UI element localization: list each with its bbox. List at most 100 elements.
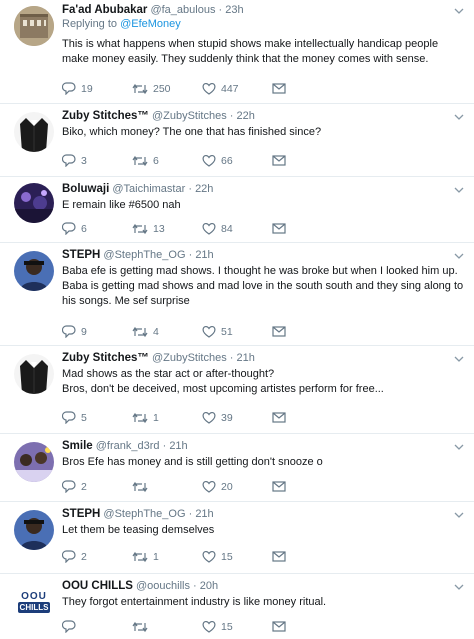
retweet-button[interactable]: 250	[132, 83, 202, 95]
retweet-button[interactable]: 1	[132, 551, 202, 563]
timestamp[interactable]: 21h	[237, 352, 255, 364]
retweet-button[interactable]: 1	[132, 412, 202, 424]
avatar[interactable]	[14, 510, 54, 550]
display-name[interactable]: STEPH	[62, 249, 100, 261]
reply-count: 5	[81, 411, 87, 424]
retweet-button[interactable]: 4	[132, 326, 202, 338]
direct-message-button[interactable]	[272, 326, 292, 337]
separator-dot: ·	[193, 580, 197, 592]
tweet[interactable]: Zuby Stitches™ @ZubyStitches · 22h Biko,…	[0, 104, 474, 177]
reply-button[interactable]: 2	[62, 480, 132, 493]
user-handle[interactable]: @frank_d3rd	[96, 440, 160, 452]
timestamp[interactable]: 20h	[200, 580, 218, 592]
tweet[interactable]: STEPH @StephThe_OG · 21h Let them be tea…	[0, 502, 474, 574]
tweet-text: This is what happens when stupid shows m…	[62, 38, 439, 65]
reply-button[interactable]: 3	[62, 154, 132, 167]
like-button[interactable]: 20	[202, 480, 272, 493]
logo-bottom-text: CHILLS	[17, 602, 51, 613]
chevron-down-icon[interactable]	[454, 582, 464, 592]
display-name[interactable]: Zuby Stitches™	[62, 110, 149, 122]
like-count: 84	[221, 222, 233, 235]
direct-message-button[interactable]	[272, 83, 292, 94]
tweet-header: Fa'ad Abubakar @fa_abulous · 23h	[62, 3, 464, 17]
retweet-button[interactable]: 6	[132, 155, 202, 167]
retweet-button[interactable]	[132, 621, 202, 633]
timestamp[interactable]: 21h	[195, 508, 213, 520]
retweet-icon	[132, 621, 148, 632]
avatar[interactable]	[14, 251, 54, 291]
display-name[interactable]: Boluwaji	[62, 183, 109, 195]
reply-button[interactable]: 9	[62, 325, 132, 338]
like-button[interactable]: 51	[202, 325, 272, 338]
timestamp[interactable]: 21h	[169, 440, 187, 452]
user-handle[interactable]: @StephThe_OG	[103, 249, 185, 261]
avatar[interactable]	[14, 442, 54, 482]
avatar[interactable]	[14, 6, 54, 46]
reply-button[interactable]: 19	[62, 82, 132, 95]
tweet-text: Let them be teasing demselves	[62, 524, 215, 536]
reply-button[interactable]	[62, 620, 132, 633]
avatar[interactable]	[14, 354, 54, 394]
timestamp[interactable]: 22h	[237, 110, 255, 122]
like-count: 39	[221, 411, 233, 424]
tweet[interactable]: Zuby Stitches™ @ZubyStitches · 21h Mad s…	[0, 346, 474, 434]
like-button[interactable]: 84	[202, 222, 272, 235]
tweet-text: They forgot entertainment industry is li…	[62, 596, 327, 608]
chevron-down-icon[interactable]	[454, 510, 464, 520]
avatar[interactable]: OOU CHILLS	[14, 582, 54, 622]
person-photo-icon	[14, 510, 54, 550]
display-name[interactable]: Fa'ad Abubakar	[62, 4, 147, 16]
user-handle[interactable]: @ZubyStitches	[152, 110, 227, 122]
envelope-icon	[272, 155, 286, 166]
user-handle[interactable]: @StephThe_OG	[103, 508, 185, 520]
display-name[interactable]: Smile	[62, 440, 93, 452]
like-button[interactable]: 447	[202, 82, 272, 95]
direct-message-button[interactable]	[272, 412, 292, 423]
retweet-button[interactable]	[132, 481, 202, 493]
replying-to-link[interactable]: @EfeMoney	[120, 18, 181, 30]
direct-message-button[interactable]	[272, 481, 292, 492]
reply-button[interactable]: 6	[62, 222, 132, 235]
direct-message-button[interactable]	[272, 223, 292, 234]
oou-chills-logo: OOU CHILLS	[14, 582, 54, 622]
display-name[interactable]: Zuby Stitches™	[62, 352, 149, 364]
chevron-down-icon[interactable]	[454, 251, 464, 261]
person-photo-icon	[14, 251, 54, 291]
display-name[interactable]: STEPH	[62, 508, 100, 520]
chevron-down-icon[interactable]	[454, 112, 464, 122]
chevron-down-icon[interactable]	[454, 6, 464, 16]
like-button[interactable]: 39	[202, 411, 272, 424]
chevron-down-icon[interactable]	[454, 442, 464, 452]
direct-message-button[interactable]	[272, 621, 292, 632]
envelope-icon	[272, 621, 286, 632]
like-button[interactable]: 15	[202, 620, 272, 633]
reply-button[interactable]: 5	[62, 411, 132, 424]
avatar[interactable]	[14, 112, 54, 152]
direct-message-button[interactable]	[272, 551, 292, 562]
user-handle[interactable]: @ZubyStitches	[152, 352, 227, 364]
tweet-header: OOU CHILLS @oouchills · 20h	[62, 579, 464, 593]
tweet-text: Biko, which money? The one that has fini…	[62, 126, 322, 138]
avatar[interactable]	[14, 183, 54, 223]
tweet[interactable]: Fa'ad Abubakar @fa_abulous · 23h Replyin…	[0, 0, 474, 104]
user-handle[interactable]: @fa_abulous	[150, 4, 215, 16]
chevron-down-icon[interactable]	[454, 185, 464, 195]
timestamp[interactable]: 22h	[195, 183, 213, 195]
chevron-down-icon[interactable]	[454, 354, 464, 364]
like-button[interactable]: 15	[202, 550, 272, 563]
tweet[interactable]: STEPH @StephThe_OG · 21h Baba efe is get…	[0, 243, 474, 346]
envelope-icon	[272, 326, 286, 337]
timestamp[interactable]: 21h	[195, 249, 213, 261]
display-name[interactable]: OOU CHILLS	[62, 580, 133, 592]
user-handle[interactable]: @Taichimastar	[112, 183, 185, 195]
separator-dot: ·	[218, 4, 223, 16]
reply-button[interactable]: 2	[62, 550, 132, 563]
tweet[interactable]: Smile @frank_d3rd · 21h Bros Efe has mon…	[0, 434, 474, 502]
user-handle[interactable]: @oouchills	[136, 580, 190, 592]
like-button[interactable]: 66	[202, 154, 272, 167]
tweet[interactable]: OOU CHILLS OOU CHILLS @oouchills · 20h T…	[0, 574, 474, 639]
retweet-button[interactable]: 13	[132, 223, 202, 235]
timestamp[interactable]: 23h	[225, 4, 243, 16]
direct-message-button[interactable]	[272, 155, 292, 166]
tweet[interactable]: Boluwaji @Taichimastar · 22h E remain li…	[0, 177, 474, 243]
